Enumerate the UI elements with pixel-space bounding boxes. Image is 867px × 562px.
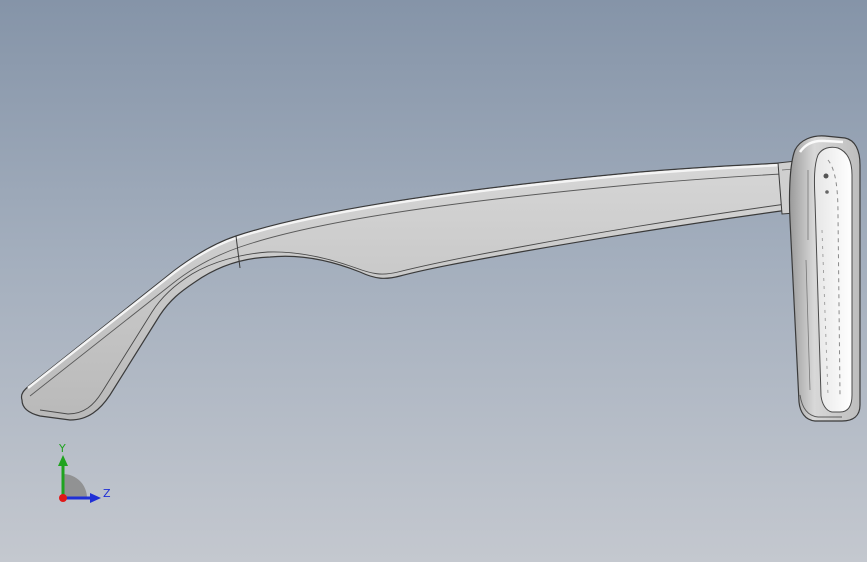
- rim-detail-hole: [823, 173, 829, 179]
- temple-arm[interactable]: [20, 162, 789, 421]
- triad-plane: [63, 474, 87, 498]
- x-axis-dot: [59, 494, 67, 502]
- coordinate-triad: Y Z: [58, 442, 111, 503]
- front-rim[interactable]: [788, 135, 861, 422]
- z-axis-label: Z: [103, 487, 111, 500]
- eyeglasses-model[interactable]: [0, 0, 867, 562]
- y-axis-arrow: [58, 455, 68, 466]
- lens[interactable]: [813, 146, 853, 413]
- z-axis-arrow: [90, 493, 101, 503]
- y-axis-label: Y: [58, 442, 66, 455]
- graphics-viewport[interactable]: Y Z: [0, 0, 867, 562]
- rim-detail-hole-2: [825, 190, 829, 194]
